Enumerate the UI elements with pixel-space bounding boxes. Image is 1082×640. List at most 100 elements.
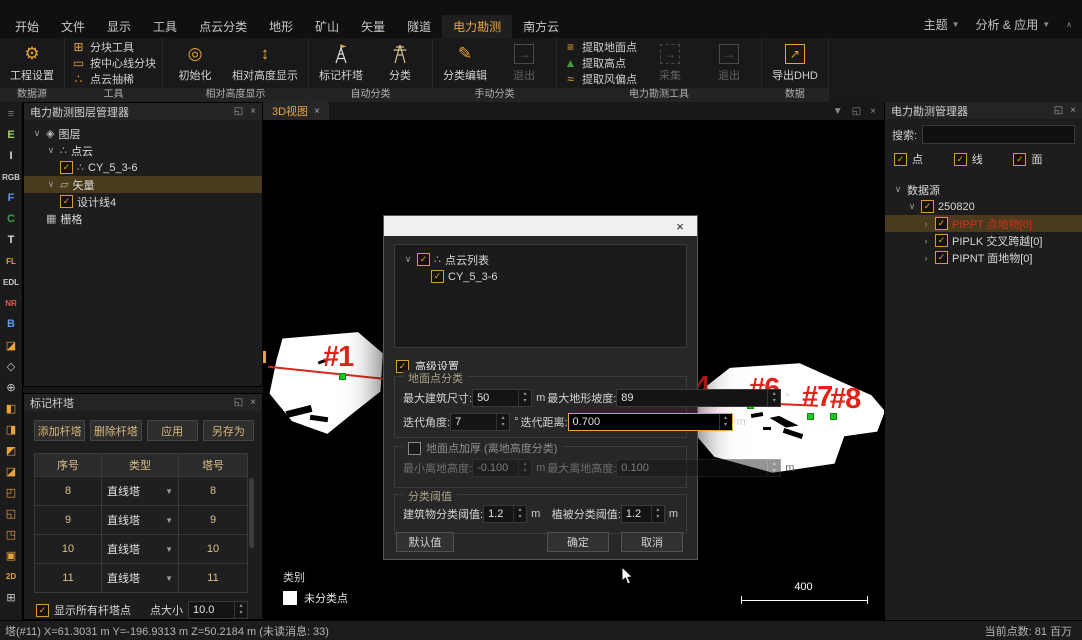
view-cube-right-icon[interactable]: ◪	[1, 461, 21, 481]
tree-item-vector[interactable]: ∨ ▱ 矢量	[24, 176, 262, 193]
iteration-angle-input[interactable]	[451, 414, 496, 430]
dialog-close-icon[interactable]: ×	[663, 216, 697, 236]
tree-item-raster[interactable]: ▦ 栅格	[24, 210, 262, 227]
cancel-button[interactable]: 取消	[621, 532, 683, 552]
extract-ground-points-button[interactable]: ≡ 提取地面点	[563, 40, 637, 55]
menu-item-6[interactable]: 矿山	[304, 15, 350, 38]
menu-item-3[interactable]: 工具	[142, 15, 188, 38]
checkbox-checked[interactable]: ✓	[417, 253, 430, 266]
iteration-distance-input[interactable]	[569, 414, 719, 430]
close-panel-icon[interactable]: ×	[250, 397, 256, 408]
tree-item-piplk[interactable]: › ✓ PIPLK 交叉跨越[0]	[885, 232, 1082, 249]
float-panel-icon[interactable]: ◱	[234, 397, 243, 408]
block-tool-button[interactable]: ⊞ 分块工具	[71, 40, 156, 55]
full-extent-icon[interactable]: ▣	[1, 545, 21, 565]
tab-list-icon[interactable]: ▼	[833, 106, 843, 117]
classify-edit-button[interactable]: ✎ 分类编辑	[437, 40, 493, 86]
tree-item-pippt[interactable]: › ✓ PIPPT 点地物[0]	[885, 215, 1082, 232]
tree-item-layers[interactable]: ∨ ◈ 图层	[24, 125, 262, 142]
analysis-app-menu[interactable]: 分析 & 应用 ▼	[976, 16, 1051, 33]
tree-item-pointcloud[interactable]: ∨ ∴ 点云	[24, 142, 262, 159]
save-as-button[interactable]: 另存为	[203, 420, 254, 441]
dialog-titlebar[interactable]: ×	[384, 216, 697, 236]
view-cube-bottom-icon[interactable]: ◱	[1, 503, 21, 523]
max-terrain-slope-input[interactable]	[617, 390, 767, 406]
checkbox-checked[interactable]: ✓	[894, 153, 907, 166]
max-building-size-input[interactable]	[473, 390, 518, 406]
tree-item-datasource[interactable]: ∨ 数据源	[885, 181, 1082, 198]
gps-time-icon[interactable]: T	[1, 230, 21, 250]
tab-3d-view[interactable]: 3D视图 ×	[263, 102, 329, 120]
menu-item-1[interactable]: 文件	[50, 15, 96, 38]
type-dropdown[interactable]: 直线塔▼	[101, 535, 179, 563]
checkbox-unchecked[interactable]	[408, 442, 421, 455]
classification-icon[interactable]: C	[1, 209, 21, 229]
view-cube-back-icon[interactable]: ◨	[1, 419, 21, 439]
vegetation-threshold-input[interactable]	[622, 506, 651, 522]
edl-icon[interactable]: EDL	[1, 272, 21, 292]
menu-item-10[interactable]: 南方云	[512, 15, 570, 38]
close-view-icon[interactable]: ×	[870, 106, 876, 117]
tower-table-row-2[interactable]: 10直线塔▼10	[35, 534, 247, 563]
clip-box-icon[interactable]: ◪	[1, 335, 21, 355]
max-building-size-stepper[interactable]: ▴▾	[472, 389, 532, 407]
checkbox-checked[interactable]: ✓	[954, 153, 967, 166]
blend-icon[interactable]: B	[1, 314, 21, 334]
float-panel-icon[interactable]: ◱	[234, 106, 243, 117]
search-input[interactable]	[922, 125, 1075, 144]
project-settings-button[interactable]: ⚙ 工程设置	[4, 40, 60, 86]
tree-item-cy-pointcloud[interactable]: ✓ ∴ CY_5_3-6	[24, 159, 262, 176]
view-cube-left-icon[interactable]: ◩	[1, 440, 21, 460]
thin-pointcloud-button[interactable]: ∴ 点云抽稀	[71, 72, 156, 87]
tab-close-icon[interactable]: ×	[314, 106, 320, 117]
table-scrollbar[interactable]	[249, 478, 254, 548]
first-last-icon[interactable]: FL	[1, 251, 21, 271]
add-tower-button[interactable]: 添加杆塔	[34, 420, 85, 441]
extract-high-points-button[interactable]: ▲ 提取高点	[563, 56, 637, 71]
vegetation-threshold-stepper[interactable]: ▴▾	[621, 505, 665, 523]
pan-icon[interactable]: ⊕	[1, 377, 21, 397]
mark-towers-button[interactable]: 标记杆塔	[313, 40, 369, 86]
filter-lines[interactable]: ✓ 线	[954, 151, 1014, 167]
split-by-centerline-button[interactable]: ▭ 按中心线分块	[71, 56, 156, 71]
tree-item-pipnt[interactable]: › ✓ PIPNT 面地物[0]	[885, 249, 1082, 266]
checkbox-checked[interactable]: ✓	[36, 604, 49, 617]
point-size-stepper[interactable]: ▴▾	[188, 601, 248, 619]
checkbox-checked[interactable]: ✓	[60, 195, 73, 208]
close-panel-icon[interactable]: ×	[250, 106, 256, 117]
type-dropdown[interactable]: 直线塔▼	[101, 506, 179, 534]
tree-item-pointcloud-list[interactable]: ∨ ✓ ∴ 点云列表	[395, 251, 686, 268]
building-threshold-stepper[interactable]: ▴▾	[483, 505, 527, 523]
point-size-input[interactable]	[189, 602, 234, 618]
theme-menu[interactable]: 主题 ▼	[924, 16, 960, 33]
normal-render-icon[interactable]: NR	[1, 293, 21, 313]
relative-height-display-button[interactable]: ↕ 相对高度显示	[226, 40, 304, 86]
rgb-icon[interactable]: RGB	[1, 167, 21, 187]
iteration-angle-stepper[interactable]: ▴▾	[450, 413, 510, 431]
apply-button[interactable]: 应用	[147, 420, 198, 441]
initialize-button[interactable]: ◎ 初始化	[167, 40, 223, 86]
extract-wind-offset-points-button[interactable]: ≈ 提取风偏点	[563, 72, 637, 87]
menu-item-9[interactable]: 电力勘测	[442, 15, 512, 38]
ribbon-collapse-button[interactable]: ∧	[1066, 20, 1072, 29]
menu-item-7[interactable]: 矢量	[350, 15, 396, 38]
view-cube-top-icon[interactable]: ◰	[1, 482, 21, 502]
checkbox-checked[interactable]: ✓	[431, 270, 444, 283]
menu-item-4[interactable]: 点云分类	[188, 15, 258, 38]
view-2d-icon[interactable]: 2D	[1, 566, 21, 586]
iteration-distance-stepper[interactable]: ▴▾	[568, 413, 733, 431]
tower-table-row-3[interactable]: 11直线塔▼11	[35, 563, 247, 592]
tower-table-row-1[interactable]: 9直线塔▼9	[35, 505, 247, 534]
intensity-icon[interactable]: I	[1, 146, 21, 166]
delete-tower-button[interactable]: 删除杆塔	[90, 420, 141, 441]
tree-item-cy-pointcloud[interactable]: ✓ CY_5_3-6	[395, 268, 686, 285]
menu-item-0[interactable]: 开始	[4, 15, 50, 38]
type-dropdown[interactable]: 直线塔▼	[101, 477, 179, 505]
menu-item-8[interactable]: 隧道	[396, 15, 442, 38]
menu-item-2[interactable]: 显示	[96, 15, 142, 38]
checkbox-checked[interactable]: ✓	[935, 251, 948, 264]
tree-item-design-line[interactable]: ✓ 设计线4	[24, 193, 262, 210]
exit-collect-button[interactable]: → 退出	[701, 40, 757, 86]
float-panel-icon[interactable]: ◱	[1054, 105, 1063, 116]
exit-edit-button[interactable]: → 退出	[496, 40, 552, 86]
